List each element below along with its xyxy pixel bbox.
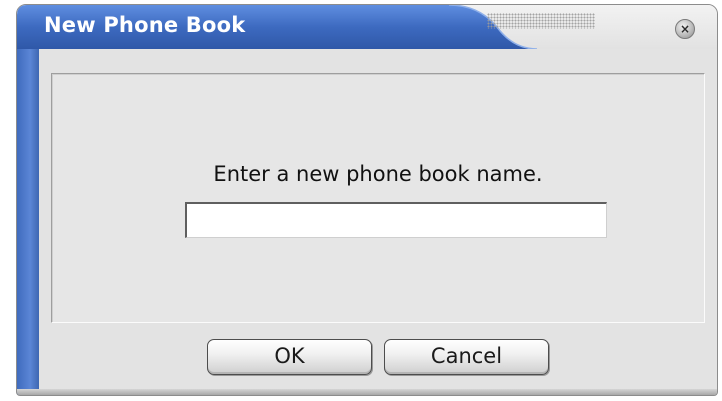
prompt-label: Enter a new phone book name.: [213, 162, 543, 186]
content-panel: Enter a new phone book name.: [51, 73, 705, 323]
phone-book-name-input[interactable]: [185, 202, 607, 238]
close-button[interactable]: ×: [675, 19, 695, 39]
drag-grip-icon[interactable]: [487, 13, 595, 29]
close-icon: ×: [679, 22, 691, 36]
cancel-button[interactable]: Cancel: [384, 339, 549, 375]
title-bar[interactable]: New Phone Book ×: [17, 5, 717, 49]
new-phone-book-dialog: New Phone Book × Enter a new phone book …: [16, 4, 718, 396]
window-title: New Phone Book: [44, 13, 246, 37]
ok-button[interactable]: OK: [207, 339, 372, 375]
screen: New Phone Book × Enter a new phone book …: [0, 0, 722, 401]
window-left-border: [17, 5, 39, 395]
window-bottom-border: [17, 389, 717, 395]
